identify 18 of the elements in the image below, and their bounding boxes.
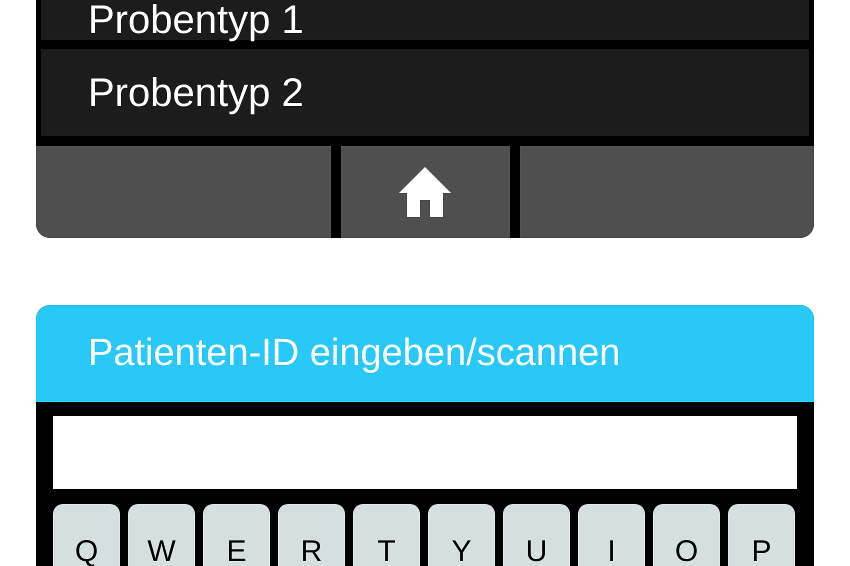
keyboard-key[interactable]: Q [53, 504, 120, 566]
dialog-title: Patienten-ID eingeben/scannen [88, 331, 620, 376]
nav-button[interactable] [520, 146, 814, 238]
keyboard-key[interactable]: O [653, 504, 720, 566]
keyboard-key[interactable]: U [503, 504, 570, 566]
patient-id-field[interactable] [53, 416, 797, 489]
nav-button[interactable] [36, 146, 330, 238]
keyboard-key[interactable]: T [353, 504, 420, 566]
home-button[interactable] [340, 146, 510, 238]
keyboard-key[interactable]: I [578, 504, 645, 566]
keyboard-key[interactable]: E [203, 504, 270, 566]
keyboard-key[interactable]: P [728, 504, 795, 566]
keyboard-key[interactable]: W [128, 504, 195, 566]
keyboard-key[interactable]: R [278, 504, 345, 566]
home-icon [399, 167, 451, 217]
keyboard-key[interactable]: Y [428, 504, 495, 566]
sample-type-item[interactable]: Probentyp 1 [41, 0, 809, 40]
sample-type-item[interactable]: Probentyp 2 [41, 49, 809, 136]
